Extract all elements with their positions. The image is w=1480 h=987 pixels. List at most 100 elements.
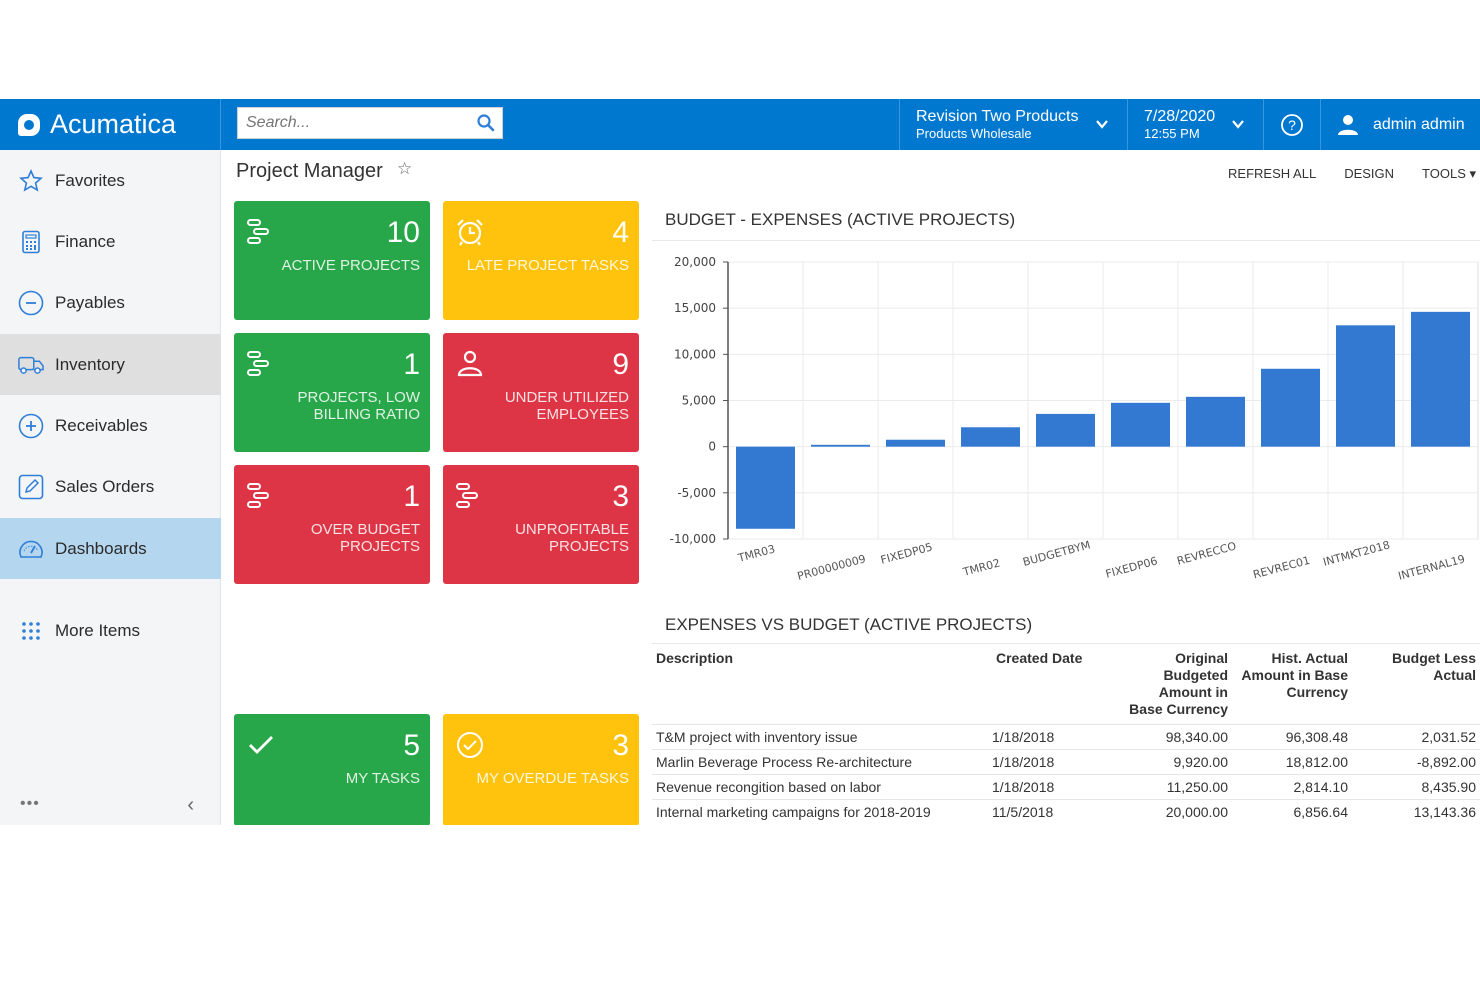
- bar-revrec01: [1261, 368, 1320, 447]
- column-header-hist-actual[interactable]: Hist. Actual Amount in Base Currency: [1232, 648, 1352, 725]
- projects-icon: [246, 481, 276, 511]
- sidebar-item-label: Sales Orders: [55, 476, 155, 496]
- sidebar-item-inventory[interactable]: Inventory: [0, 334, 221, 395]
- tile-label: ACTIVE PROJECTS: [281, 257, 420, 274]
- sidebar-item-label: Dashboards: [55, 538, 147, 558]
- sidebar-item-more-items[interactable]: More Items: [0, 600, 221, 661]
- grid-dots-icon: [18, 618, 44, 644]
- minus-circle-icon: [18, 290, 44, 316]
- design-button[interactable]: DESIGN: [1344, 166, 1394, 182]
- more-options-icon[interactable]: •••: [20, 795, 40, 813]
- bar-tmr02: [961, 427, 1020, 447]
- cell-hist-actual: 18,812.00: [1232, 749, 1352, 775]
- tile-value: 1: [403, 480, 420, 513]
- expenses-vs-budget-table: Description Created Date Original Budget…: [652, 648, 1480, 824]
- cell-created-date: 1/18/2018: [992, 749, 1122, 775]
- sidebar-item-label: Finance: [55, 231, 116, 251]
- kpi-tile[interactable]: 1 OVER BUDGET PROJECTS: [234, 465, 430, 584]
- column-header-created-date[interactable]: Created Date: [992, 648, 1122, 725]
- bar-fixedp05: [886, 439, 945, 447]
- sidebar-item-sales-orders[interactable]: Sales Orders: [0, 456, 221, 517]
- cell-created-date: 11/5/2018: [992, 799, 1122, 824]
- user-menu[interactable]: admin admin: [1320, 99, 1480, 150]
- tile-label: OVER BUDGET PROJECTS: [310, 521, 420, 555]
- user-name: admin admin: [1373, 115, 1465, 133]
- kpi-tile[interactable]: 4 LATE PROJECT TASKS: [443, 201, 639, 320]
- cell-original-budget: 9,920.00: [1122, 749, 1232, 775]
- help-button[interactable]: ?: [1263, 99, 1320, 150]
- kpi-tile[interactable]: 3 MY OVERDUE TASKS: [443, 714, 639, 825]
- x-tick-label: TMR03: [736, 542, 777, 565]
- collapse-sidebar-icon[interactable]: ‹: [187, 794, 194, 817]
- company-name: Revision Two Products: [916, 107, 1079, 125]
- table-row[interactable]: Internal marketing campaigns for 2018-20…: [652, 799, 1480, 824]
- tile-label: PROJECTS, LOW BILLING RATIO: [297, 389, 420, 423]
- tile-value: 1: [403, 348, 420, 381]
- kpi-tile[interactable]: 9 UNDER UTILIZED EMPLOYEES: [443, 333, 639, 452]
- sidebar-item-receivables[interactable]: Receivables: [0, 395, 221, 456]
- x-tick-label: REVREC01: [1252, 554, 1312, 582]
- app-window: Acumatica Revision Two Products Products…: [0, 99, 1480, 825]
- table-divider: [652, 643, 1480, 644]
- help-icon: ?: [1281, 113, 1303, 136]
- kpi-tile[interactable]: 10 ACTIVE PROJECTS: [234, 201, 430, 320]
- business-date-selector[interactable]: 7/28/2020 12:55 PM: [1127, 99, 1263, 150]
- alarm-clock-icon: [455, 217, 485, 247]
- table-row[interactable]: Revenue recongition based on labor 1/18/2…: [652, 774, 1480, 800]
- checkmark-icon: [246, 730, 276, 760]
- cell-original-budget: 20,000.00: [1122, 799, 1232, 824]
- tile-label: UNPROFITABLE PROJECTS: [515, 521, 629, 555]
- column-header-original-budget[interactable]: Original Budgeted Amount in Base Currenc…: [1122, 648, 1232, 725]
- tile-label: MY TASKS: [345, 770, 420, 787]
- dashboard-toolbar: REFRESH ALL DESIGN TOOLS ▾: [1228, 166, 1476, 182]
- x-tick-label: TMR02: [961, 556, 1002, 579]
- table-row[interactable]: Marlin Beverage Process Re-architecture 1…: [652, 749, 1480, 775]
- table-row[interactable]: T&M project with inventory issue 1/18/201…: [652, 724, 1480, 750]
- search-input[interactable]: [238, 108, 468, 138]
- kpi-tile[interactable]: 1 PROJECTS, LOW BILLING RATIO: [234, 333, 430, 452]
- x-tick-label: PR00000009: [796, 552, 867, 583]
- star-icon: [18, 168, 44, 194]
- sidebar-item-favorites[interactable]: Favorites: [0, 150, 221, 211]
- search-icon[interactable]: [476, 113, 496, 133]
- plus-circle-icon: [18, 413, 44, 439]
- check-circle-icon: [455, 730, 485, 760]
- tile-label: MY OVERDUE TASKS: [476, 770, 629, 787]
- favorite-star-icon[interactable]: ☆: [397, 159, 412, 179]
- sidebar: Favorites Finance Payables Inventory Rec…: [0, 150, 221, 825]
- projects-icon: [246, 349, 276, 379]
- company-selector[interactable]: Revision Two Products Products Wholesale: [899, 99, 1127, 150]
- x-tick-label: FIXEDP06: [1104, 554, 1159, 580]
- sidebar-item-label: Payables: [55, 292, 125, 312]
- cell-description: Marlin Beverage Process Re-architecture: [652, 749, 992, 775]
- chart-title: BUDGET - EXPENSES (ACTIVE PROJECTS): [665, 210, 1016, 229]
- y-tick-label: 5,000: [682, 394, 716, 408]
- x-tick-label: REVRECCO: [1176, 539, 1238, 567]
- cell-created-date: 1/18/2018: [992, 774, 1122, 800]
- budget-expenses-chart: 20,000 15,000 10,000 5,000 0 -5,000 -10,000 TMR…: [670, 255, 1479, 583]
- column-header-budget-less-actual[interactable]: Budget Less Actual: [1352, 648, 1480, 725]
- cell-description: T&M project with inventory issue: [652, 724, 992, 750]
- refresh-all-button[interactable]: REFRESH ALL: [1228, 166, 1316, 182]
- chevron-down-icon: [1096, 120, 1108, 129]
- x-tick-label: INTERNAL19: [1397, 552, 1467, 582]
- tile-label: UNDER UTILIZED EMPLOYEES: [504, 389, 629, 423]
- x-tick-label: FIXEDP05: [879, 540, 934, 566]
- tools-menu-button[interactable]: TOOLS ▾: [1422, 166, 1476, 182]
- brand-logo[interactable]: Acumatica: [0, 99, 221, 150]
- sidebar-item-label: Receivables: [55, 415, 148, 435]
- kpi-tile[interactable]: 3 UNPROFITABLE PROJECTS: [443, 465, 639, 584]
- y-tick-label: -10,000: [670, 532, 716, 546]
- sidebar-item-finance[interactable]: Finance: [0, 211, 221, 272]
- cell-budget-less-actual: 2,031.52: [1352, 724, 1480, 750]
- projects-icon: [246, 217, 276, 247]
- kpi-tile[interactable]: 5 MY TASKS: [234, 714, 430, 825]
- y-tick-label: 20,000: [674, 255, 716, 269]
- column-header-description[interactable]: Description: [652, 648, 992, 725]
- pencil-square-icon: [18, 474, 44, 500]
- calculator-icon: [18, 229, 44, 255]
- sidebar-item-dashboards[interactable]: Dashboards: [0, 518, 221, 579]
- gauge-icon: [18, 536, 44, 562]
- bar-intmkt2018: [1336, 325, 1395, 447]
- sidebar-item-payables[interactable]: Payables: [0, 272, 221, 333]
